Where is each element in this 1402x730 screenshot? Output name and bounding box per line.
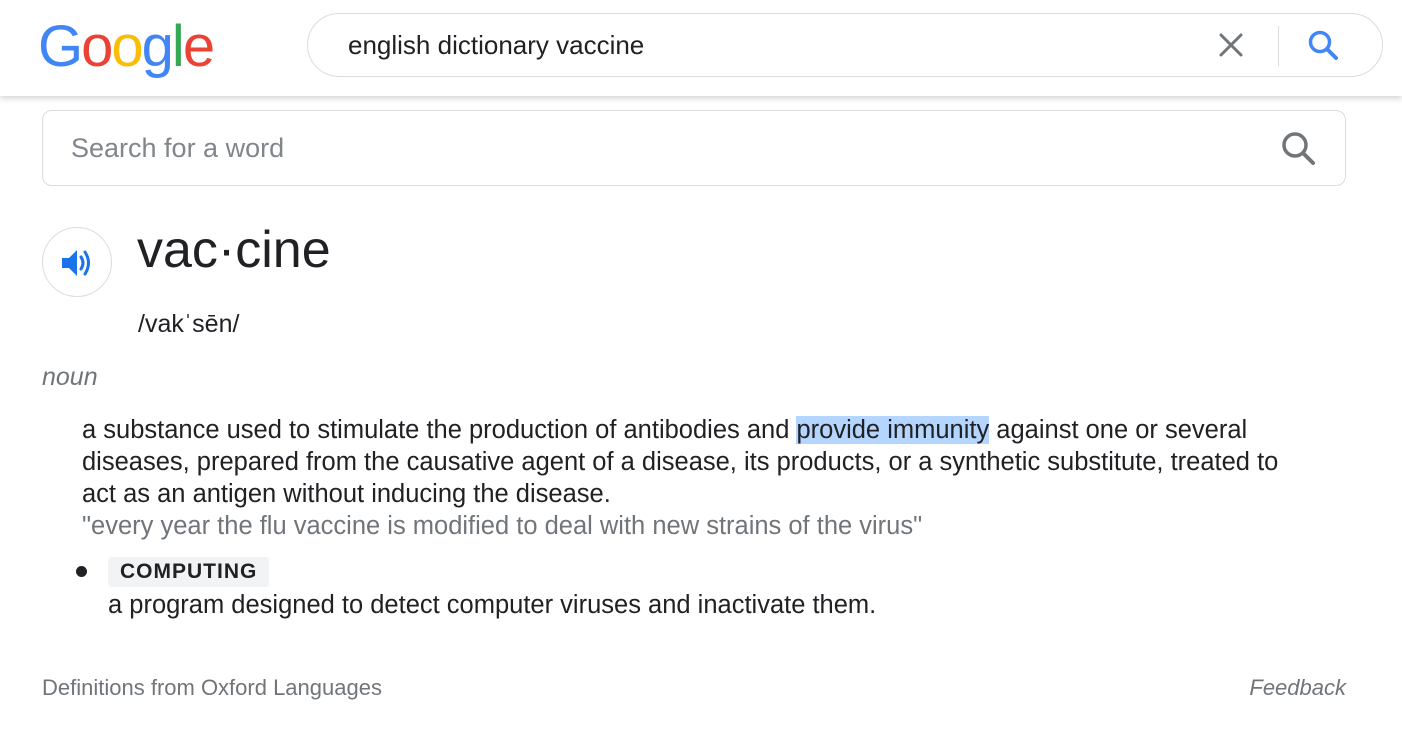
divider — [1278, 26, 1279, 66]
close-icon — [1219, 33, 1243, 57]
word-search-button[interactable] — [1279, 129, 1319, 169]
phonetic-spelling: /vakˈsēn/ — [138, 310, 240, 338]
logo-letter: G — [38, 14, 83, 79]
dictionary-search-box[interactable] — [42, 110, 1346, 186]
part-of-speech: noun — [42, 363, 98, 391]
pronunciation-audio-button[interactable] — [42, 227, 112, 297]
top-bar: Google english dictionary vaccine — [0, 0, 1402, 96]
google-logo[interactable]: Google — [38, 14, 215, 80]
logo-letter: g — [141, 14, 174, 79]
headword: vac·cine — [137, 221, 331, 279]
definition-text: a substance used to stimulate the produc… — [82, 414, 1312, 510]
logo-letter: o — [81, 14, 113, 79]
highlighted-text: provide immunity — [796, 416, 990, 444]
bullet-point — [76, 566, 87, 577]
google-search-button[interactable] — [1306, 28, 1342, 64]
speaker-icon — [62, 250, 90, 276]
definition-text-start: a substance used to stimulate the produc… — [82, 416, 797, 444]
clear-search-button[interactable] — [1214, 28, 1248, 62]
logo-letter: l — [171, 14, 185, 79]
word-search-input[interactable] — [71, 125, 1251, 171]
logo-letter: o — [111, 14, 143, 79]
search-query-text[interactable]: english dictionary vaccine — [348, 14, 644, 76]
google-search-box[interactable]: english dictionary vaccine — [307, 13, 1383, 77]
feedback-link[interactable]: Feedback — [1249, 673, 1346, 703]
example-sentence: "every year the flu vaccine is modified … — [82, 512, 923, 540]
source-attribution: Definitions from Oxford Languages — [42, 675, 382, 700]
domain-label: COMPUTING — [108, 557, 270, 587]
search-icon — [1308, 30, 1338, 60]
computing-definition: a program designed to detect computer vi… — [108, 591, 877, 619]
search-icon — [1282, 132, 1315, 165]
logo-letter: e — [182, 14, 215, 79]
